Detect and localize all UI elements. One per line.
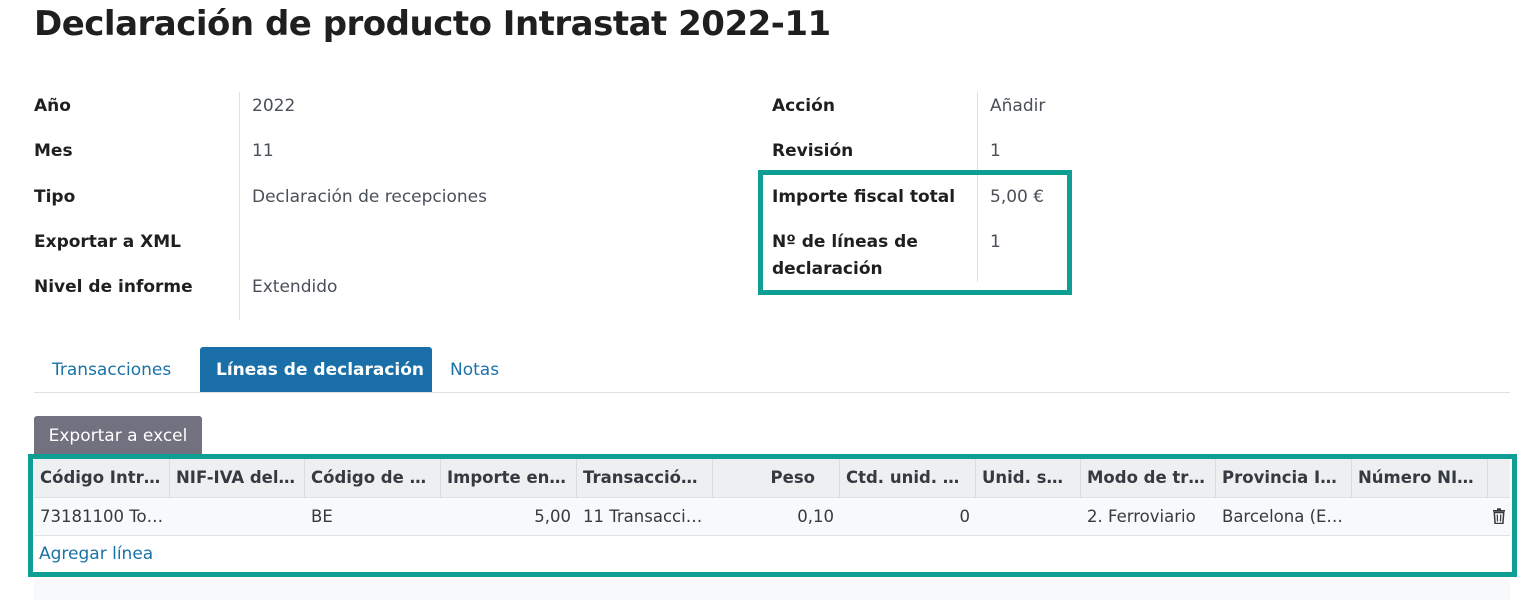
cell-supplementary-qty[interactable]: 0 xyxy=(840,498,976,536)
page-title: Declaración de producto Intrastat 2022-1… xyxy=(34,4,831,44)
column-header-province[interactable]: Provincia In… xyxy=(1216,458,1352,498)
trash-icon[interactable] xyxy=(1492,508,1506,524)
field-label-month: Mes xyxy=(34,141,73,161)
table-header: Código Intr… NIF-IVA del … Código de p… … xyxy=(34,458,1510,498)
column-header-partner-vat[interactable]: NIF-IVA del … xyxy=(170,458,305,498)
cell-weight[interactable]: 0,10 xyxy=(713,498,840,536)
cell-nif-number[interactable] xyxy=(1352,498,1488,536)
field-value-total-fiscal-amount: 5,00 € xyxy=(990,187,1045,207)
field-label-export-xml: Exportar a XML xyxy=(34,232,181,252)
column-header-supplementary-qty[interactable]: Ctd. unid. s… xyxy=(840,458,976,498)
export-excel-button[interactable]: Exportar a excel xyxy=(34,416,202,456)
field-label-year: Año xyxy=(34,96,71,116)
column-header-weight[interactable]: Peso xyxy=(713,458,840,498)
tab-transactions[interactable]: Transacciones xyxy=(36,347,187,393)
cell-amount[interactable]: 5,00 xyxy=(441,498,577,536)
cell-province[interactable]: Barcelona (E… xyxy=(1216,498,1352,536)
field-value-revision[interactable]: 1 xyxy=(990,138,1001,164)
tab-notes[interactable]: Notas xyxy=(434,347,515,393)
table-bottom-strip xyxy=(34,578,1510,600)
field-value-year[interactable]: 2022 xyxy=(252,93,295,119)
cell-partner-vat[interactable] xyxy=(170,498,305,536)
tabs-underline xyxy=(34,392,1510,393)
cell-transport-mode[interactable]: 2. Ferroviario xyxy=(1081,498,1216,536)
column-header-nif-number[interactable]: Número NIF… xyxy=(1352,458,1488,498)
column-header-commodity-code[interactable]: Código Intr… xyxy=(34,458,170,498)
field-value-report-level[interactable]: Extendido xyxy=(252,274,337,300)
column-header-amount[interactable]: Importe en l… xyxy=(441,458,577,498)
column-header-country-code[interactable]: Código de p… xyxy=(305,458,441,498)
add-line-link[interactable]: Agregar línea xyxy=(39,544,153,564)
column-header-transaction[interactable]: Transacció… xyxy=(577,458,713,498)
cell-commodity-code[interactable]: 73181100 Torn… xyxy=(34,498,170,536)
field-value-month[interactable]: 11 xyxy=(252,138,274,164)
table-row[interactable]: 73181100 Torn… BE 5,00 11 Transaccio… 0,… xyxy=(34,498,1510,536)
field-label-type: Tipo xyxy=(34,187,76,207)
field-label-declaration-lines-count-line2: declaración xyxy=(772,259,883,279)
field-label-action: Acción xyxy=(772,96,835,116)
cell-country-code[interactable]: BE xyxy=(305,498,441,536)
tab-declaration-lines[interactable]: Líneas de declaración xyxy=(200,347,432,393)
column-header-supplementary-unit[interactable]: Unid. supl. xyxy=(976,458,1081,498)
right-column-separator xyxy=(977,92,978,282)
field-label-report-level: Nivel de informe xyxy=(34,277,193,297)
field-value-declaration-lines-count: 1 xyxy=(990,232,1001,252)
left-column-separator xyxy=(239,92,240,320)
cell-supplementary-unit[interactable] xyxy=(976,498,1081,536)
column-header-transport-mode[interactable]: Modo de tra… xyxy=(1081,458,1216,498)
cell-transaction[interactable]: 11 Transaccio… xyxy=(577,498,713,536)
field-value-action[interactable]: Añadir xyxy=(990,93,1045,119)
field-label-revision: Revisión xyxy=(772,141,854,161)
field-label-declaration-lines-count: Nº de líneas de xyxy=(772,232,918,252)
field-value-type[interactable]: Declaración de recepciones xyxy=(252,184,487,210)
field-label-total-fiscal-amount: Importe fiscal total xyxy=(772,187,956,207)
